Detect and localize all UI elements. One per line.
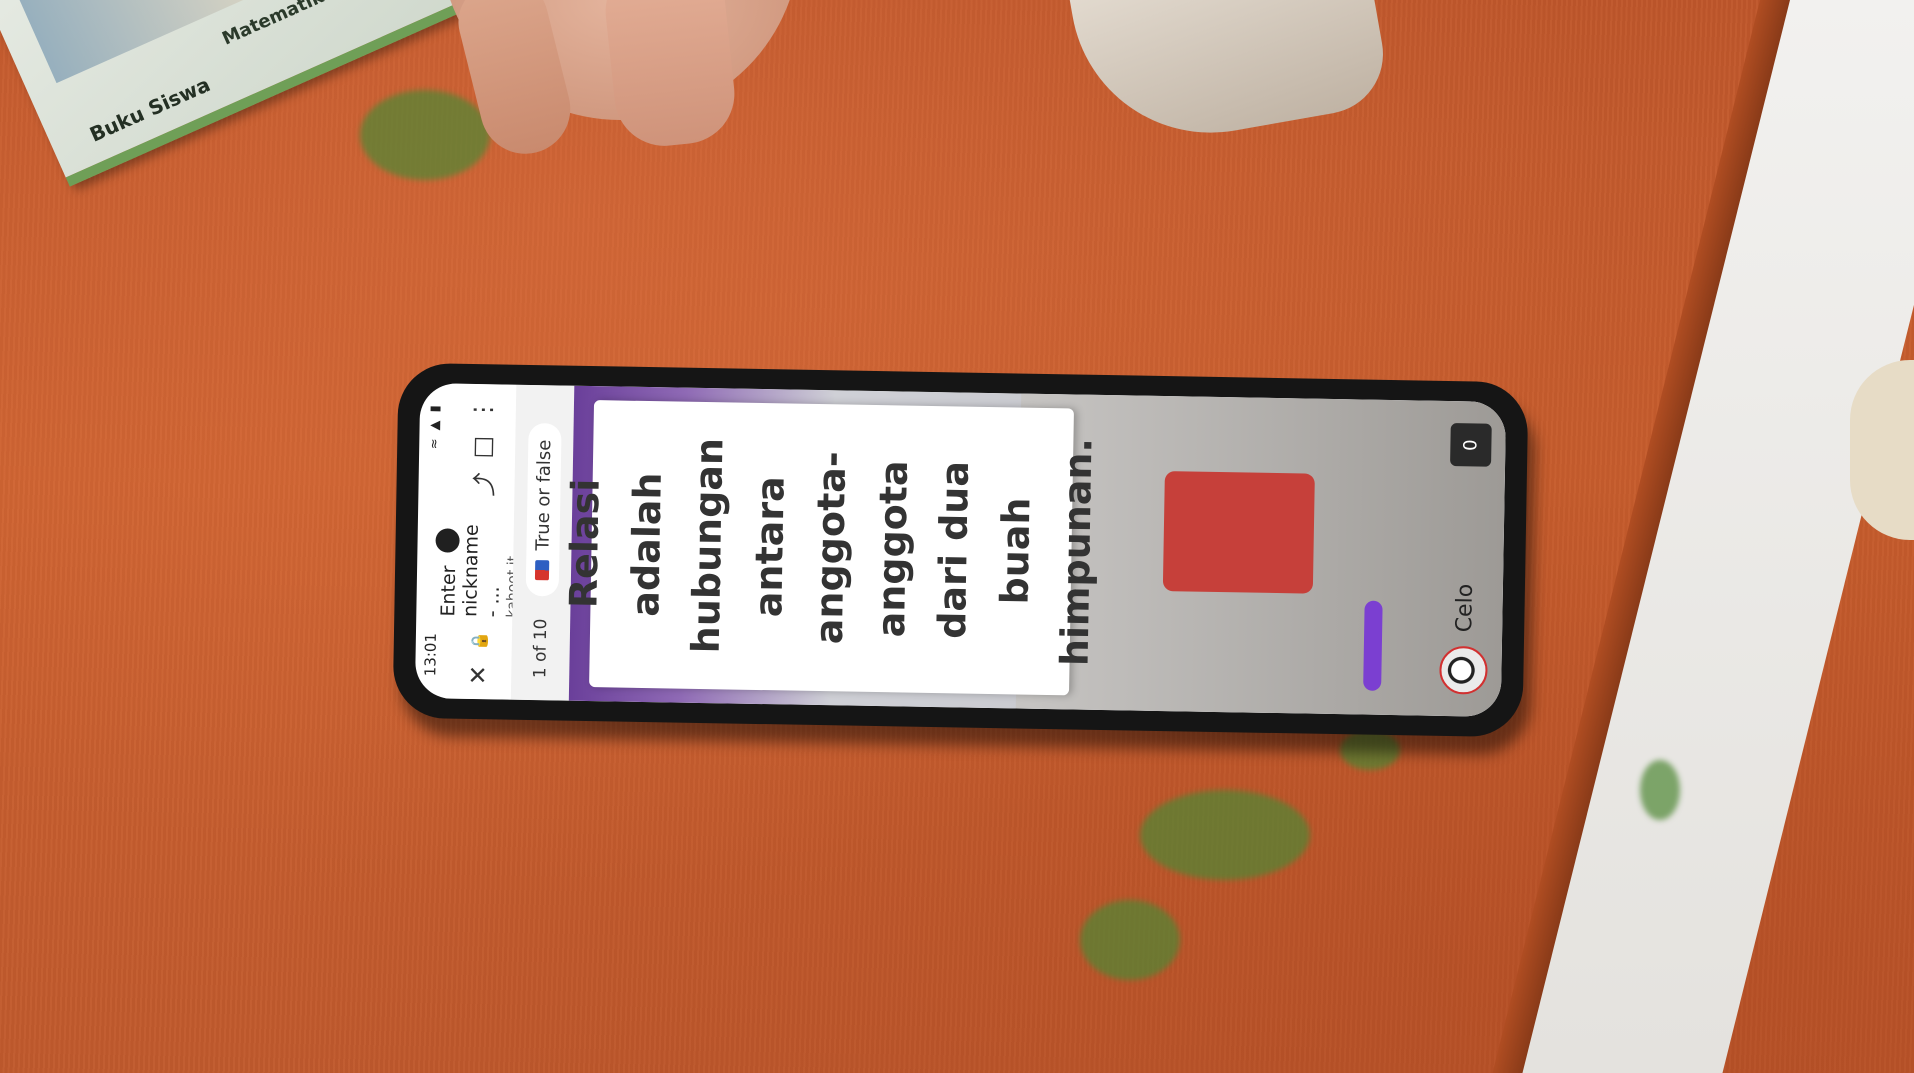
player-nickname: Celo — [1451, 583, 1478, 633]
question-card: Relasi adalah hubungan antara anggota-an… — [561, 400, 1101, 696]
cloth-edge — [1850, 360, 1914, 540]
question-text: Relasi adalah hubungan antara anggota-an… — [561, 437, 1101, 667]
player-info: Celo — [1439, 583, 1489, 695]
smartphone: 13:01 ≈ ▲ ▮ ✕ 🔒 Enter nickname - ... kah… — [392, 362, 1529, 738]
signal-icon: ▲ — [427, 420, 443, 431]
green-paint-stain — [1640, 760, 1680, 820]
green-paint-stain — [1140, 790, 1310, 880]
red-chair — [1162, 471, 1315, 594]
photo-scene: Matematika Buku Siswa 13:01 ≈ ▲ ▮ ✕ 🔒 En… — [0, 0, 1914, 1073]
status-icons: ≈ ▲ ▮ — [427, 405, 443, 449]
wifi-icon: ≈ — [426, 438, 442, 450]
book-series-label: Matematika — [219, 0, 338, 50]
green-paint-stain — [1340, 730, 1400, 770]
question-progress: 1 of 10 — [530, 618, 552, 679]
game-area: Relasi adalah hubungan antara anggota-an… — [561, 385, 1507, 717]
player-footer: Celo 0 — [1357, 399, 1506, 716]
close-icon[interactable]: ✕ — [464, 665, 492, 686]
green-paint-stain — [1080, 900, 1180, 980]
true-false-icon — [534, 560, 550, 581]
bookmark-icon[interactable]: □ — [468, 436, 496, 459]
question-type-label: True or false — [531, 439, 555, 551]
battery-icon: ▮ — [427, 405, 443, 413]
player-avatar — [1439, 645, 1488, 695]
phone-screen: 13:01 ≈ ▲ ▮ ✕ 🔒 Enter nickname - ... kah… — [414, 383, 1507, 717]
green-paint-stain — [360, 90, 490, 180]
share-icon[interactable]: ⤴ — [464, 472, 499, 497]
lock-icon: 🔒 — [469, 630, 489, 652]
more-vertical-icon[interactable]: ⋮ — [469, 398, 497, 422]
status-time: 13:01 — [421, 632, 440, 677]
player-score: 0 — [1450, 423, 1492, 468]
